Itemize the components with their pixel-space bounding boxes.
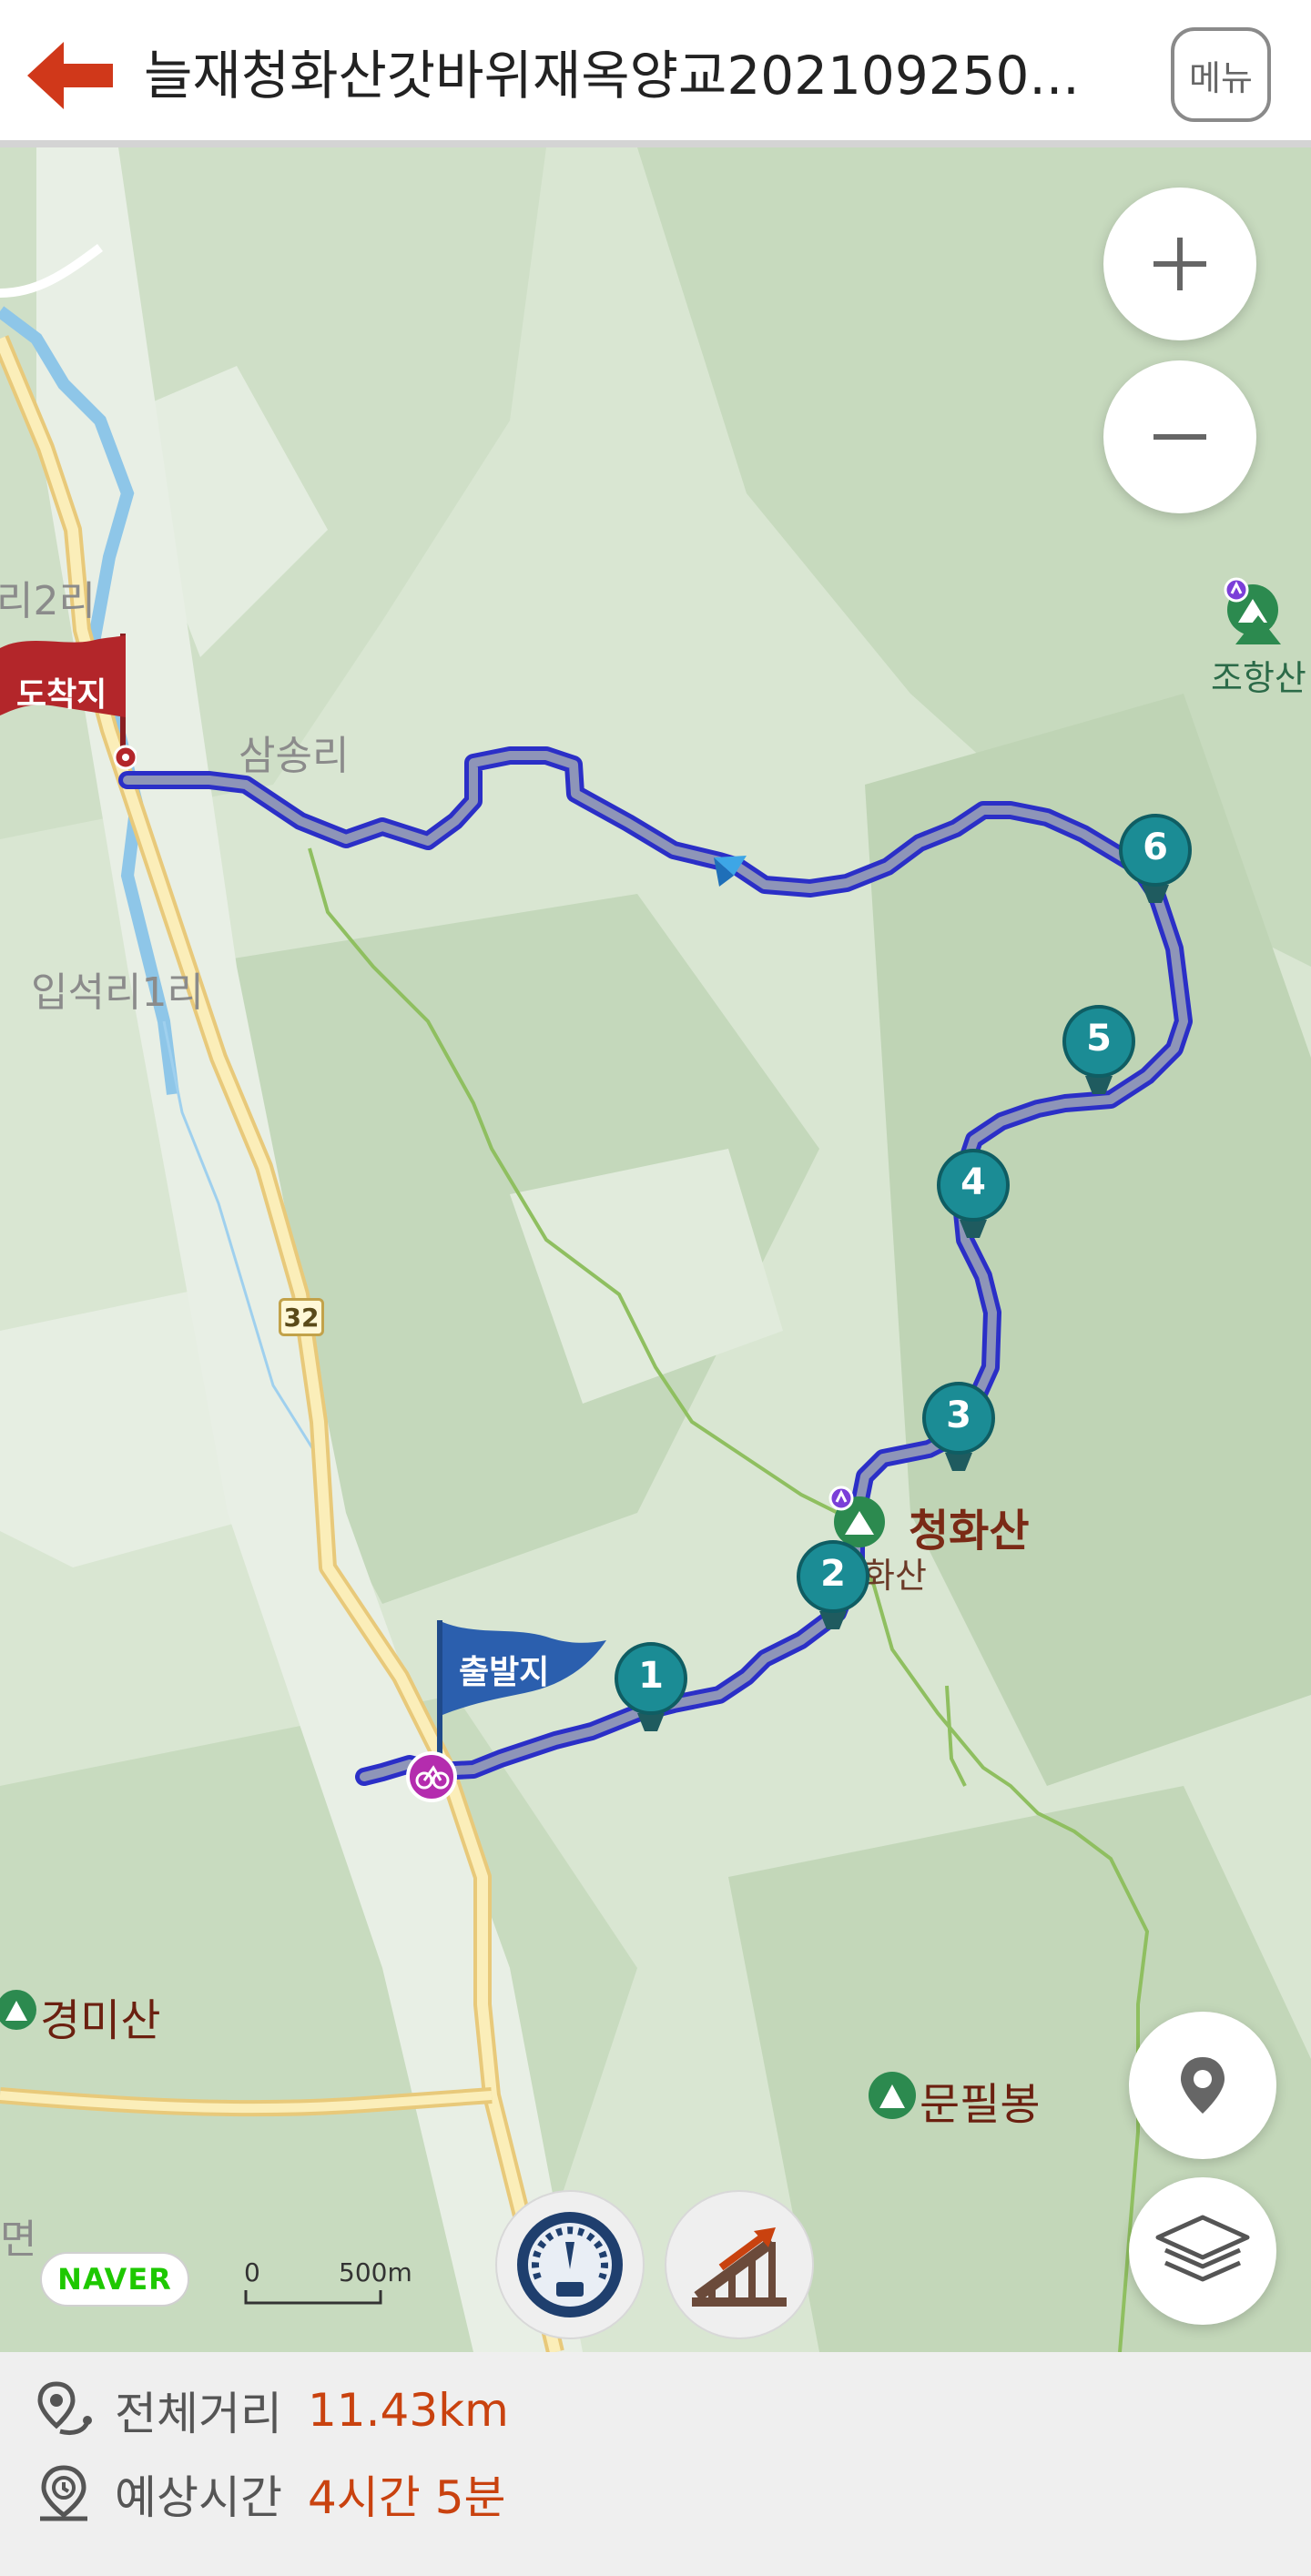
app-header: 늘재청화산갓바위재옥양교202109250... 메뉴 — [0, 0, 1311, 147]
waypoint-marker[interactable]: 4 — [934, 1147, 1012, 1249]
time-row: 예상시간 4시간 5분 — [36, 2458, 506, 2530]
mountain-marker-icon — [1235, 615, 1281, 644]
start-flag-label: 출발지 — [459, 1654, 550, 1691]
route-distance-icon — [37, 2381, 92, 2436]
end-flag-label: 도착지 — [16, 676, 107, 714]
waypoint-number: 4 — [960, 1161, 986, 1203]
waypoint-number: 5 — [1086, 1018, 1112, 1060]
route-shield: 32 — [279, 1298, 324, 1336]
page-title: 늘재청화산갓바위재옥양교202109250... — [144, 45, 1080, 106]
route-overlay — [118, 746, 1193, 1786]
waypoint-marker[interactable]: 2 — [794, 1538, 872, 1640]
waypoint-marker[interactable]: 5 — [1060, 1003, 1138, 1105]
map-layers-button[interactable] — [1129, 2177, 1276, 2325]
waypoint-marker[interactable]: 3 — [920, 1380, 998, 1482]
village-label: 삼송리 — [239, 733, 350, 779]
peak-label: 경미산 — [40, 1995, 161, 2046]
layers-icon — [1155, 2215, 1250, 2282]
mountain-icon — [869, 2072, 916, 2119]
village-label: 입석리1리 — [31, 969, 204, 1016]
route-summary-panel: 전체거리 11.43km 예상시간 4시간 5분 — [0, 2352, 1311, 2576]
peak-label: 조항산 — [1211, 658, 1306, 698]
elevation-icon — [692, 2227, 787, 2307]
start-flag[interactable]: 출발지 — [406, 1613, 615, 1804]
village-label: 리2리 — [0, 578, 96, 624]
map-view[interactable]: 리2리 삼송리 입석리1리 면 32 조항산 청화산 화산 경미산 문필봉 도착… — [0, 147, 1311, 2352]
zoom-out-icon — [1153, 434, 1206, 440]
speedometer-icon — [517, 2212, 623, 2317]
scale-left-label: 0 — [244, 2257, 260, 2287]
back-arrow-icon[interactable] — [20, 36, 120, 115]
waypoint-marker[interactable]: 1 — [612, 1640, 690, 1742]
time-value: 4시간 5분 — [308, 2471, 506, 2524]
distance-label: 전체거리 — [115, 2388, 282, 2440]
waypoint-number: 6 — [1143, 827, 1168, 868]
village-label: 면 — [0, 2216, 37, 2263]
naver-logo: NAVER — [40, 2252, 189, 2307]
mountain-icon — [0, 1990, 36, 2030]
distance-value: 11.43km — [308, 2384, 509, 2437]
scale-right-label: 500m — [339, 2257, 412, 2287]
elevation-button[interactable] — [665, 2190, 814, 2339]
zoom-out-button[interactable] — [1103, 360, 1256, 513]
waypoint-marker[interactable]: 6 — [1116, 812, 1194, 914]
map-scale: 0 500m — [244, 2257, 426, 2312]
speed-button[interactable] — [495, 2190, 645, 2339]
peak-label: 문필봉 — [920, 2079, 1041, 2130]
waypoint-number: 1 — [638, 1655, 664, 1697]
distance-row: 전체거리 11.43km — [36, 2374, 509, 2447]
start-flag-icon — [406, 1620, 606, 1802]
end-flag[interactable]: 도착지 — [0, 628, 137, 783]
waypoint-number: 2 — [820, 1553, 846, 1595]
peak-label: 화산 — [863, 1556, 927, 1596]
menu-button[interactable]: 메뉴 — [1171, 27, 1271, 122]
clock-icon — [40, 2465, 87, 2521]
waypoint-number: 3 — [946, 1394, 971, 1436]
time-label: 예상시간 — [115, 2471, 282, 2524]
zoom-in-icon — [1153, 238, 1206, 290]
location-pin-icon — [1181, 2057, 1225, 2114]
current-location-button[interactable] — [1129, 2012, 1276, 2159]
zoom-in-button[interactable] — [1103, 188, 1256, 340]
